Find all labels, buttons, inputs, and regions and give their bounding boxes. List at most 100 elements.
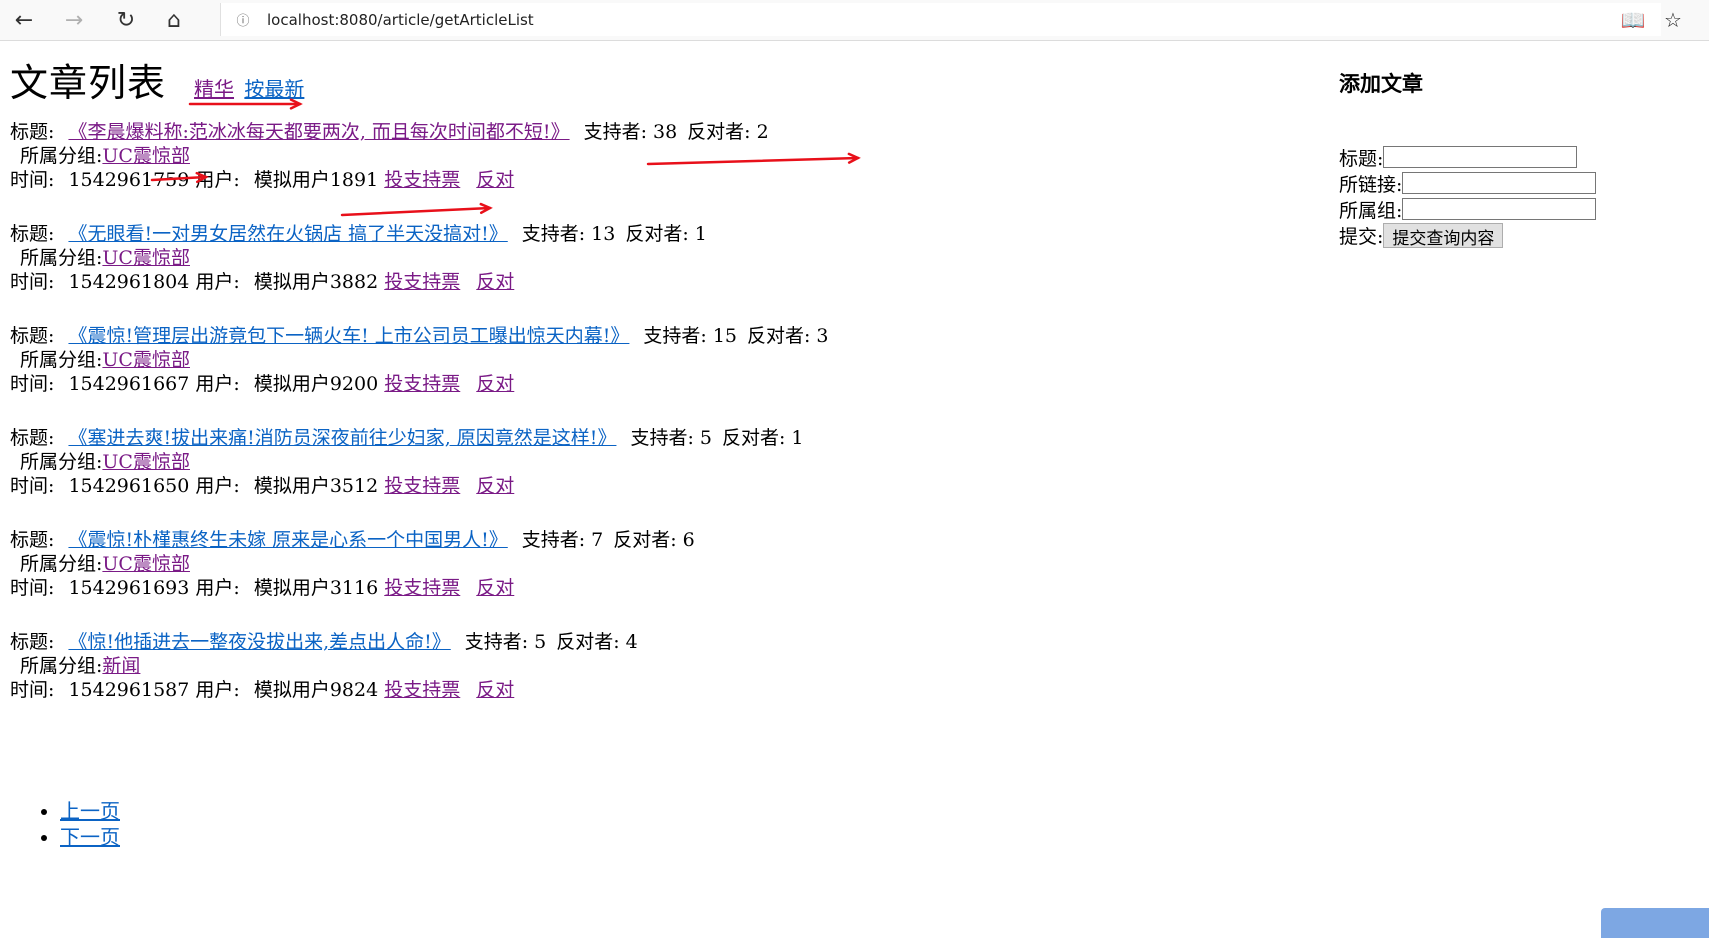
- form-label-link: 所链接:: [1339, 173, 1403, 196]
- title-label: 标题:: [10, 325, 55, 347]
- article-title-link[interactable]: 《惊!他插进去一整夜没拔出来,差点出人命!》: [68, 631, 450, 653]
- submit-button[interactable]: 提交查询内容: [1383, 222, 1504, 249]
- time-label: 时间:: [10, 679, 55, 701]
- address-bar[interactable]: ⓘ localhost:8080/article/getArticleList: [220, 3, 1661, 36]
- article-item: 标题: 《塞进去爽!拔出来痛!消防员深夜前往少妇家, 原因竟然是这样!》 支持者:…: [10, 426, 803, 498]
- back-icon[interactable]: ←: [4, 4, 44, 36]
- article-group-row: 所属分组:UC震惊部: [10, 348, 829, 372]
- user-label: 用户:: [195, 169, 240, 191]
- support-label: 支持者:: [521, 223, 586, 245]
- home-icon[interactable]: ⌂: [154, 4, 194, 36]
- group-link[interactable]: UC震惊部: [102, 145, 190, 167]
- user-value: 模拟用户3116: [253, 577, 379, 599]
- vote-oppose-link[interactable]: 反对: [476, 169, 514, 191]
- article-title-row: 标题: 《无眼看!一对男女居然在火锅店 搞了半天没搞对!》 支持者: 13 反对者: 1: [10, 222, 707, 246]
- vote-support-link[interactable]: 投支持票: [384, 271, 460, 293]
- form-row-submit: 提交: 提交查询内容: [1339, 222, 1659, 249]
- user-value: 模拟用户9200: [253, 373, 379, 395]
- vote-oppose-link[interactable]: 反对: [476, 373, 514, 395]
- corner-popup-tab[interactable]: [1601, 908, 1709, 938]
- vote-oppose-link[interactable]: 反对: [476, 679, 514, 701]
- prev-page-link[interactable]: 上一页: [60, 799, 120, 823]
- vote-support-link[interactable]: 投支持票: [384, 373, 460, 395]
- article-title-row: 标题: 《塞进去爽!拔出来痛!消防员深夜前往少妇家, 原因竟然是这样!》 支持者:…: [10, 426, 803, 450]
- oppose-count: 1: [694, 223, 707, 245]
- support-count: 5: [534, 631, 547, 653]
- info-icon[interactable]: ⓘ: [233, 10, 253, 29]
- group-label: 所属分组:: [20, 655, 103, 677]
- form-row-group: 所属组:: [1339, 196, 1659, 222]
- oppose-label: 反对者:: [613, 529, 677, 551]
- vote-oppose-link[interactable]: 反对: [476, 271, 514, 293]
- support-count: 13: [591, 223, 616, 245]
- article-item: 标题: 《震惊!管理层出游竟包下一辆火车! 上市公司员工曝出惊天内幕!》 支持者:…: [10, 324, 829, 396]
- sort-link-featured[interactable]: 精华: [194, 77, 234, 101]
- user-label: 用户:: [195, 475, 240, 497]
- support-count: 7: [591, 529, 604, 551]
- oppose-count: 3: [816, 325, 829, 347]
- oppose-label: 反对者:: [625, 223, 689, 245]
- form-label-title: 标题:: [1339, 147, 1384, 170]
- article-title-link[interactable]: 《震惊!管理层出游竟包下一辆火车! 上市公司员工曝出惊天内幕!》: [68, 325, 629, 347]
- time-value: 1542961587: [68, 679, 190, 701]
- group-link[interactable]: UC震惊部: [102, 553, 190, 575]
- user-label: 用户:: [195, 577, 240, 599]
- vote-oppose-link[interactable]: 反对: [476, 577, 514, 599]
- support-label: 支持者:: [521, 529, 586, 551]
- vote-support-link[interactable]: 投支持票: [384, 679, 460, 701]
- add-article-panel: 添加文章 标题: 所链接: 所属组: 提交: 提交查询内容: [1339, 68, 1659, 249]
- oppose-count: 1: [791, 427, 804, 449]
- article-title-link[interactable]: 《震惊!朴槿惠终生未嫁 原来是心系一个中国男人!》: [68, 529, 507, 551]
- support-label: 支持者:: [643, 325, 707, 347]
- article-title-row: 标题: 《震惊!朴槿惠终生未嫁 原来是心系一个中国男人!》 支持者: 7 反对者: 6: [10, 528, 695, 552]
- article-title-link[interactable]: 《无眼看!一对男女居然在火锅店 搞了半天没搞对!》: [68, 223, 507, 245]
- star-icon[interactable]: ☆: [1656, 4, 1690, 36]
- title-label: 标题:: [10, 529, 55, 551]
- article-group-row: 所属分组:UC震惊部: [10, 450, 803, 474]
- oppose-count: 6: [682, 529, 695, 551]
- group-input[interactable]: [1402, 198, 1597, 220]
- link-input[interactable]: [1402, 172, 1597, 194]
- time-value: 1542961693: [68, 577, 190, 599]
- group-link[interactable]: UC震惊部: [102, 451, 190, 473]
- support-count: 5: [699, 427, 712, 449]
- time-value: 1542961804: [68, 271, 190, 293]
- title-label: 标题:: [10, 631, 55, 653]
- vote-support-link[interactable]: 投支持票: [384, 577, 460, 599]
- vote-support-link[interactable]: 投支持票: [384, 475, 460, 497]
- form-row-title: 标题:: [1339, 144, 1659, 170]
- article-meta-row: 时间: 1542961587 用户: 模拟用户9824 投支持票 反对: [10, 678, 638, 702]
- reading-view-icon[interactable]: 📖: [1616, 4, 1650, 36]
- article-title-row: 标题: 《惊!他插进去一整夜没拔出来,差点出人命!》 支持者: 5 反对者: 4: [10, 630, 638, 654]
- article-title-link[interactable]: 《塞进去爽!拔出来痛!消防员深夜前往少妇家, 原因竟然是这样!》: [68, 427, 616, 449]
- group-label: 所属分组:: [20, 145, 103, 167]
- group-link[interactable]: UC震惊部: [102, 247, 190, 269]
- browser-toolbar: ← → ↻ ⌂ ⓘ localhost:8080/article/getArti…: [0, 0, 1709, 41]
- group-label: 所属分组:: [20, 451, 103, 473]
- time-label: 时间:: [10, 373, 55, 395]
- article-group-row: 所属分组:UC震惊部: [10, 144, 769, 168]
- article-item: 标题: 《震惊!朴槿惠终生未嫁 原来是心系一个中国男人!》 支持者: 7 反对者: 6 所…: [10, 528, 695, 600]
- user-label: 用户:: [195, 271, 240, 293]
- reload-icon[interactable]: ↻: [106, 4, 146, 36]
- title-input[interactable]: [1383, 146, 1578, 168]
- pager-item-next: 下一页: [60, 824, 120, 850]
- form-row-link: 所链接:: [1339, 170, 1659, 196]
- vote-support-link[interactable]: 投支持票: [384, 169, 460, 191]
- pagination: 上一页 下一页: [42, 798, 120, 850]
- sort-link-latest[interactable]: 按最新: [244, 77, 304, 101]
- vote-oppose-link[interactable]: 反对: [476, 475, 514, 497]
- title-label: 标题:: [10, 121, 55, 143]
- group-link[interactable]: 新闻: [102, 655, 140, 677]
- oppose-label: 反对者:: [747, 325, 811, 347]
- form-label-submit: 提交:: [1339, 225, 1384, 248]
- support-label: 支持者:: [630, 427, 694, 449]
- time-label: 时间:: [10, 271, 55, 293]
- forward-icon[interactable]: →: [54, 4, 94, 36]
- page-header: 文章列表 精华 按最新: [10, 52, 308, 107]
- oppose-label: 反对者:: [556, 631, 620, 653]
- article-title-link[interactable]: 《李晨爆料称:范冰冰每天都要两次, 而且每次时间都不短!》: [68, 121, 569, 143]
- next-page-link[interactable]: 下一页: [60, 825, 120, 849]
- group-link[interactable]: UC震惊部: [102, 349, 190, 371]
- title-label: 标题:: [10, 427, 55, 449]
